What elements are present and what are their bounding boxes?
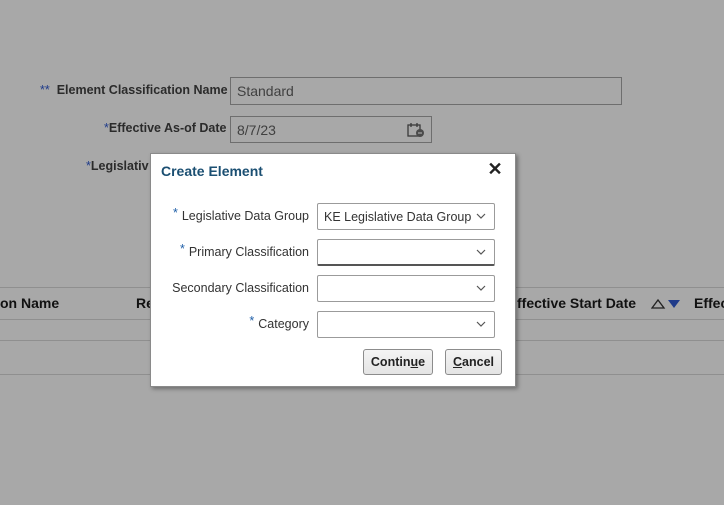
column-header-name[interactable]: on Name bbox=[0, 295, 59, 311]
effective-date-label: *Effective As-of Date bbox=[104, 121, 227, 135]
chevron-down-icon bbox=[476, 321, 486, 327]
chevron-down-icon bbox=[476, 285, 486, 291]
legislative-data-group-label: * Legislative Data Group bbox=[172, 206, 309, 223]
sort-ascending-icon bbox=[651, 298, 666, 309]
classification-name-label: ** Element Classification Name bbox=[40, 83, 228, 97]
secondary-classification-select[interactable] bbox=[317, 275, 495, 302]
secondary-classification-label: Secondary Classification bbox=[172, 281, 309, 295]
calendar-icon[interactable] bbox=[407, 122, 425, 138]
cancel-button[interactable]: Cancel bbox=[445, 349, 502, 375]
dialog-title: Create Element bbox=[161, 163, 263, 179]
primary-classification-select[interactable] bbox=[317, 239, 495, 266]
category-select[interactable] bbox=[317, 311, 495, 338]
legislative-label: *Legislativ bbox=[86, 159, 149, 173]
required-marker: ** bbox=[40, 83, 50, 97]
classification-name-field[interactable]: Standard bbox=[230, 77, 622, 105]
legislative-data-group-select[interactable]: KE Legislative Data Group bbox=[317, 203, 495, 230]
chevron-down-icon bbox=[476, 213, 486, 219]
sort-icons[interactable] bbox=[651, 298, 683, 310]
category-label: * Category bbox=[249, 314, 309, 331]
continue-button[interactable]: Continue bbox=[363, 349, 433, 375]
create-element-dialog: Create Element ✕ * Legislative Data Group… bbox=[150, 153, 516, 387]
chevron-down-icon bbox=[476, 249, 486, 255]
effective-date-field[interactable]: 8/7/23 bbox=[230, 116, 432, 143]
primary-classification-label: * Primary Classification bbox=[179, 242, 309, 259]
column-header-effective-start-date[interactable]: ffective Start Date bbox=[517, 295, 636, 311]
sort-descending-icon bbox=[668, 300, 680, 308]
close-icon[interactable]: ✕ bbox=[485, 159, 505, 179]
column-header-effective-end-date[interactable]: Effec bbox=[694, 295, 724, 311]
